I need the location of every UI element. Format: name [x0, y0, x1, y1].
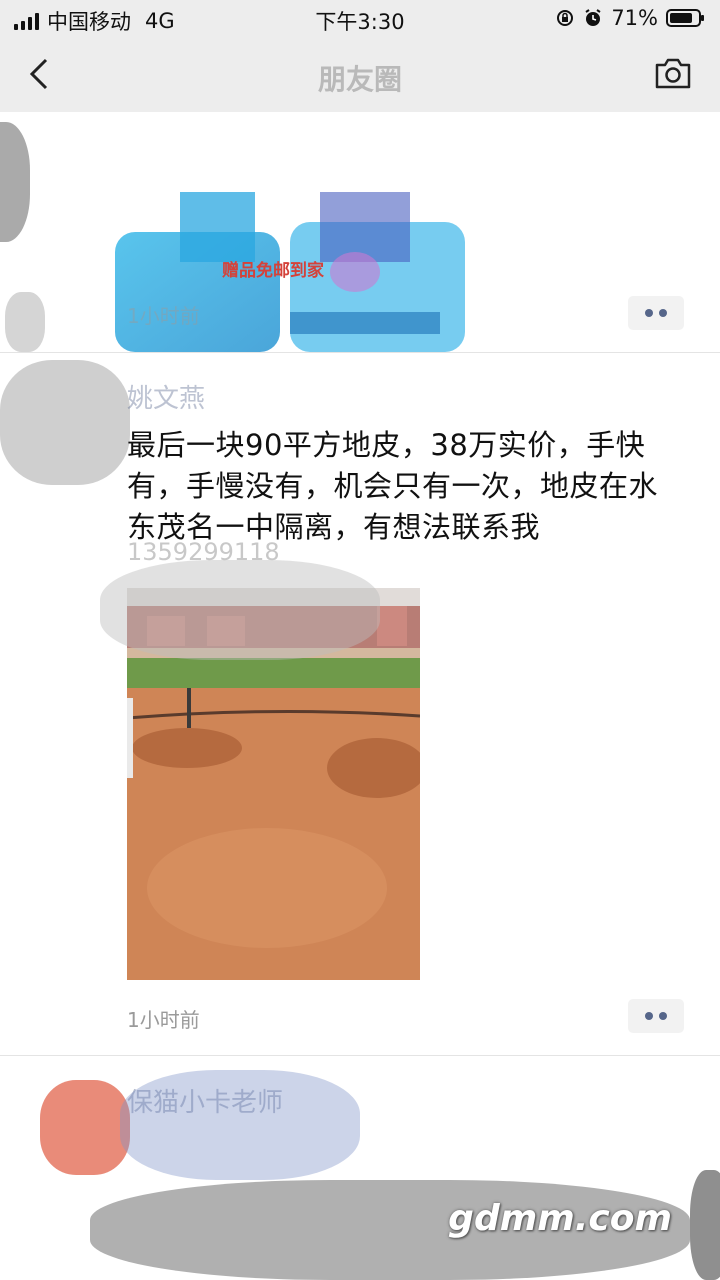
- post-time: 1小时前: [127, 1008, 200, 1032]
- scribble-redaction: [100, 560, 380, 660]
- product-image[interactable]: [110, 192, 470, 392]
- post-text: 最后一块90平方地皮，38万实价，手快有，手慢没有，机会只有一次，地皮在水东茂名…: [127, 428, 659, 544]
- dot-icon: [659, 309, 667, 317]
- dot-icon: [645, 1012, 653, 1020]
- watermark: gdmm.com: [448, 1198, 672, 1239]
- signal-icon: [14, 12, 39, 30]
- divider: [0, 352, 720, 353]
- scribble-redaction: [5, 292, 45, 352]
- post-author[interactable]: 姚文燕: [127, 378, 205, 415]
- nav-bar: 朋友圈: [0, 38, 720, 112]
- gift-caption: 赠品免邮到家: [222, 261, 324, 281]
- battery-icon: [666, 9, 704, 27]
- feed-post: 赠品免邮到家 1小时前: [0, 112, 720, 352]
- carrier-label: 中国移动: [47, 10, 131, 34]
- network-label: 4G: [145, 9, 175, 33]
- status-left: 中国移动 4G: [14, 6, 175, 36]
- post-time: 1小时前: [127, 304, 200, 328]
- more-button[interactable]: [628, 999, 684, 1033]
- scribble-redaction: [0, 122, 30, 242]
- avatar[interactable]: [40, 1080, 130, 1175]
- dot-icon: [659, 1012, 667, 1020]
- divider: [0, 1055, 720, 1056]
- camera-icon[interactable]: [654, 56, 692, 90]
- alarm-icon: [585, 9, 601, 26]
- scribble-redaction: [690, 1170, 720, 1280]
- status-right: 71%: [555, 6, 706, 30]
- more-button[interactable]: [628, 296, 684, 330]
- dot-icon: [645, 309, 653, 317]
- avatar[interactable]: [0, 360, 130, 485]
- rotation-lock-icon: [557, 10, 574, 26]
- battery-label: 71%: [611, 6, 658, 30]
- status-bar: 中国移动 4G 下午3:30 71%: [0, 0, 720, 38]
- page-title: 朋友圈: [317, 63, 402, 96]
- scribble-redaction: [120, 1070, 360, 1180]
